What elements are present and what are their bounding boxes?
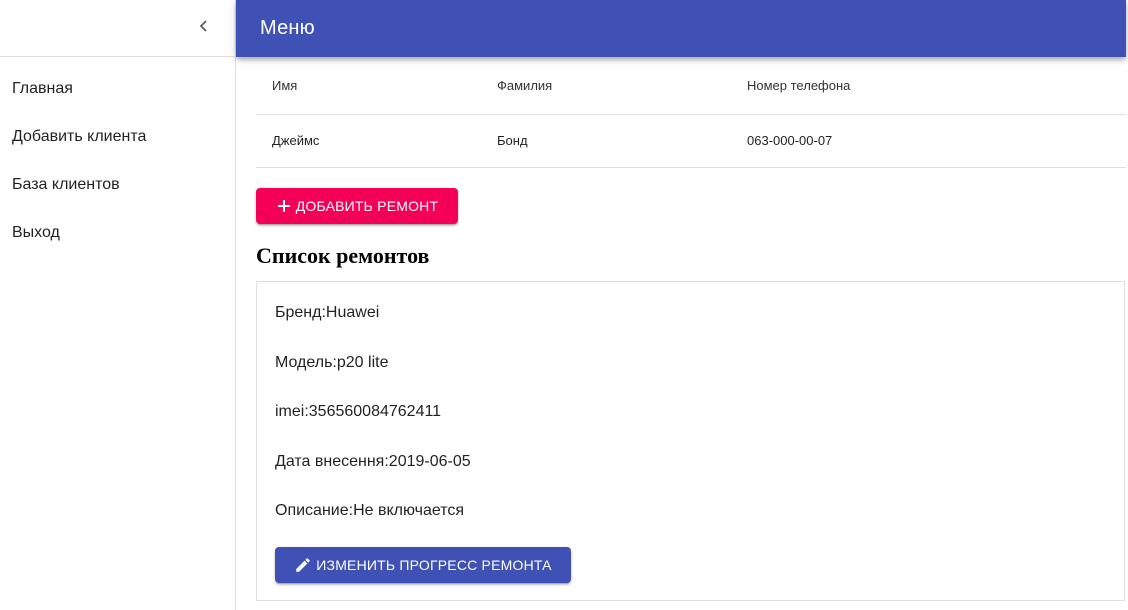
repair-card: Бренд:Huawei Модель:p20 lite imei:356560… [256,281,1125,601]
sidebar-item-add-client[interactable]: Добавить клиента [0,113,235,161]
column-header-first-name: Имя [256,57,481,115]
sidebar-item-label: Выход [12,224,60,241]
edit-repair-progress-button[interactable]: Изменить прогресс ремонта [275,547,571,583]
client-table: Имя Фамилия Номер телефона Джеймс Бонд 0… [256,57,1126,168]
cell-phone: 063-000-00-07 [731,114,1126,168]
sidebar-item-label: Главная [12,80,73,97]
sidebar-item-label: База клиентов [12,176,120,193]
column-header-phone: Номер телефона [731,57,1126,115]
edit-repair-progress-label: Изменить прогресс ремонта [316,557,552,573]
main-content: Имя Фамилия Номер телефона Джеймс Бонд 0… [256,57,1126,601]
pencil-icon [294,556,312,574]
sidebar: Главная Добавить клиента База клиентов В… [0,0,236,610]
page-title: Меню [260,17,315,39]
repair-brand: Бренд:Huawei [275,304,380,321]
repair-date: Дата внесення:2019-06-05 [275,453,471,470]
cell-first-name: Джеймс [256,114,481,168]
repair-description: Описание:Не включается [275,502,465,519]
repair-model: Модель:p20 lite [275,354,389,371]
add-repair-label: Добавить ремонт [295,198,439,214]
table-row: Джеймс Бонд 063-000-00-07 [256,114,1126,168]
app-bar: Меню [236,0,1126,57]
repairs-section-title: Список ремонтов [256,243,430,268]
chevron-left-icon [197,19,211,33]
sidebar-nav: Главная Добавить клиента База клиентов В… [0,57,235,257]
sidebar-header [0,0,235,57]
sidebar-item-home[interactable]: Главная [0,65,235,113]
table-header-row: Имя Фамилия Номер телефона [256,57,1126,115]
repair-imei: imei:356560084762411 [275,403,442,420]
collapse-sidebar-button[interactable] [190,12,218,40]
column-header-last-name: Фамилия [481,57,731,115]
sidebar-item-label: Добавить клиента [12,128,147,145]
sidebar-item-logout[interactable]: Выход [0,209,235,257]
sidebar-item-client-base[interactable]: База клиентов [0,161,235,209]
cell-last-name: Бонд [481,114,731,168]
add-repair-button[interactable]: Добавить ремонт [256,188,458,224]
plus-icon [276,198,292,214]
